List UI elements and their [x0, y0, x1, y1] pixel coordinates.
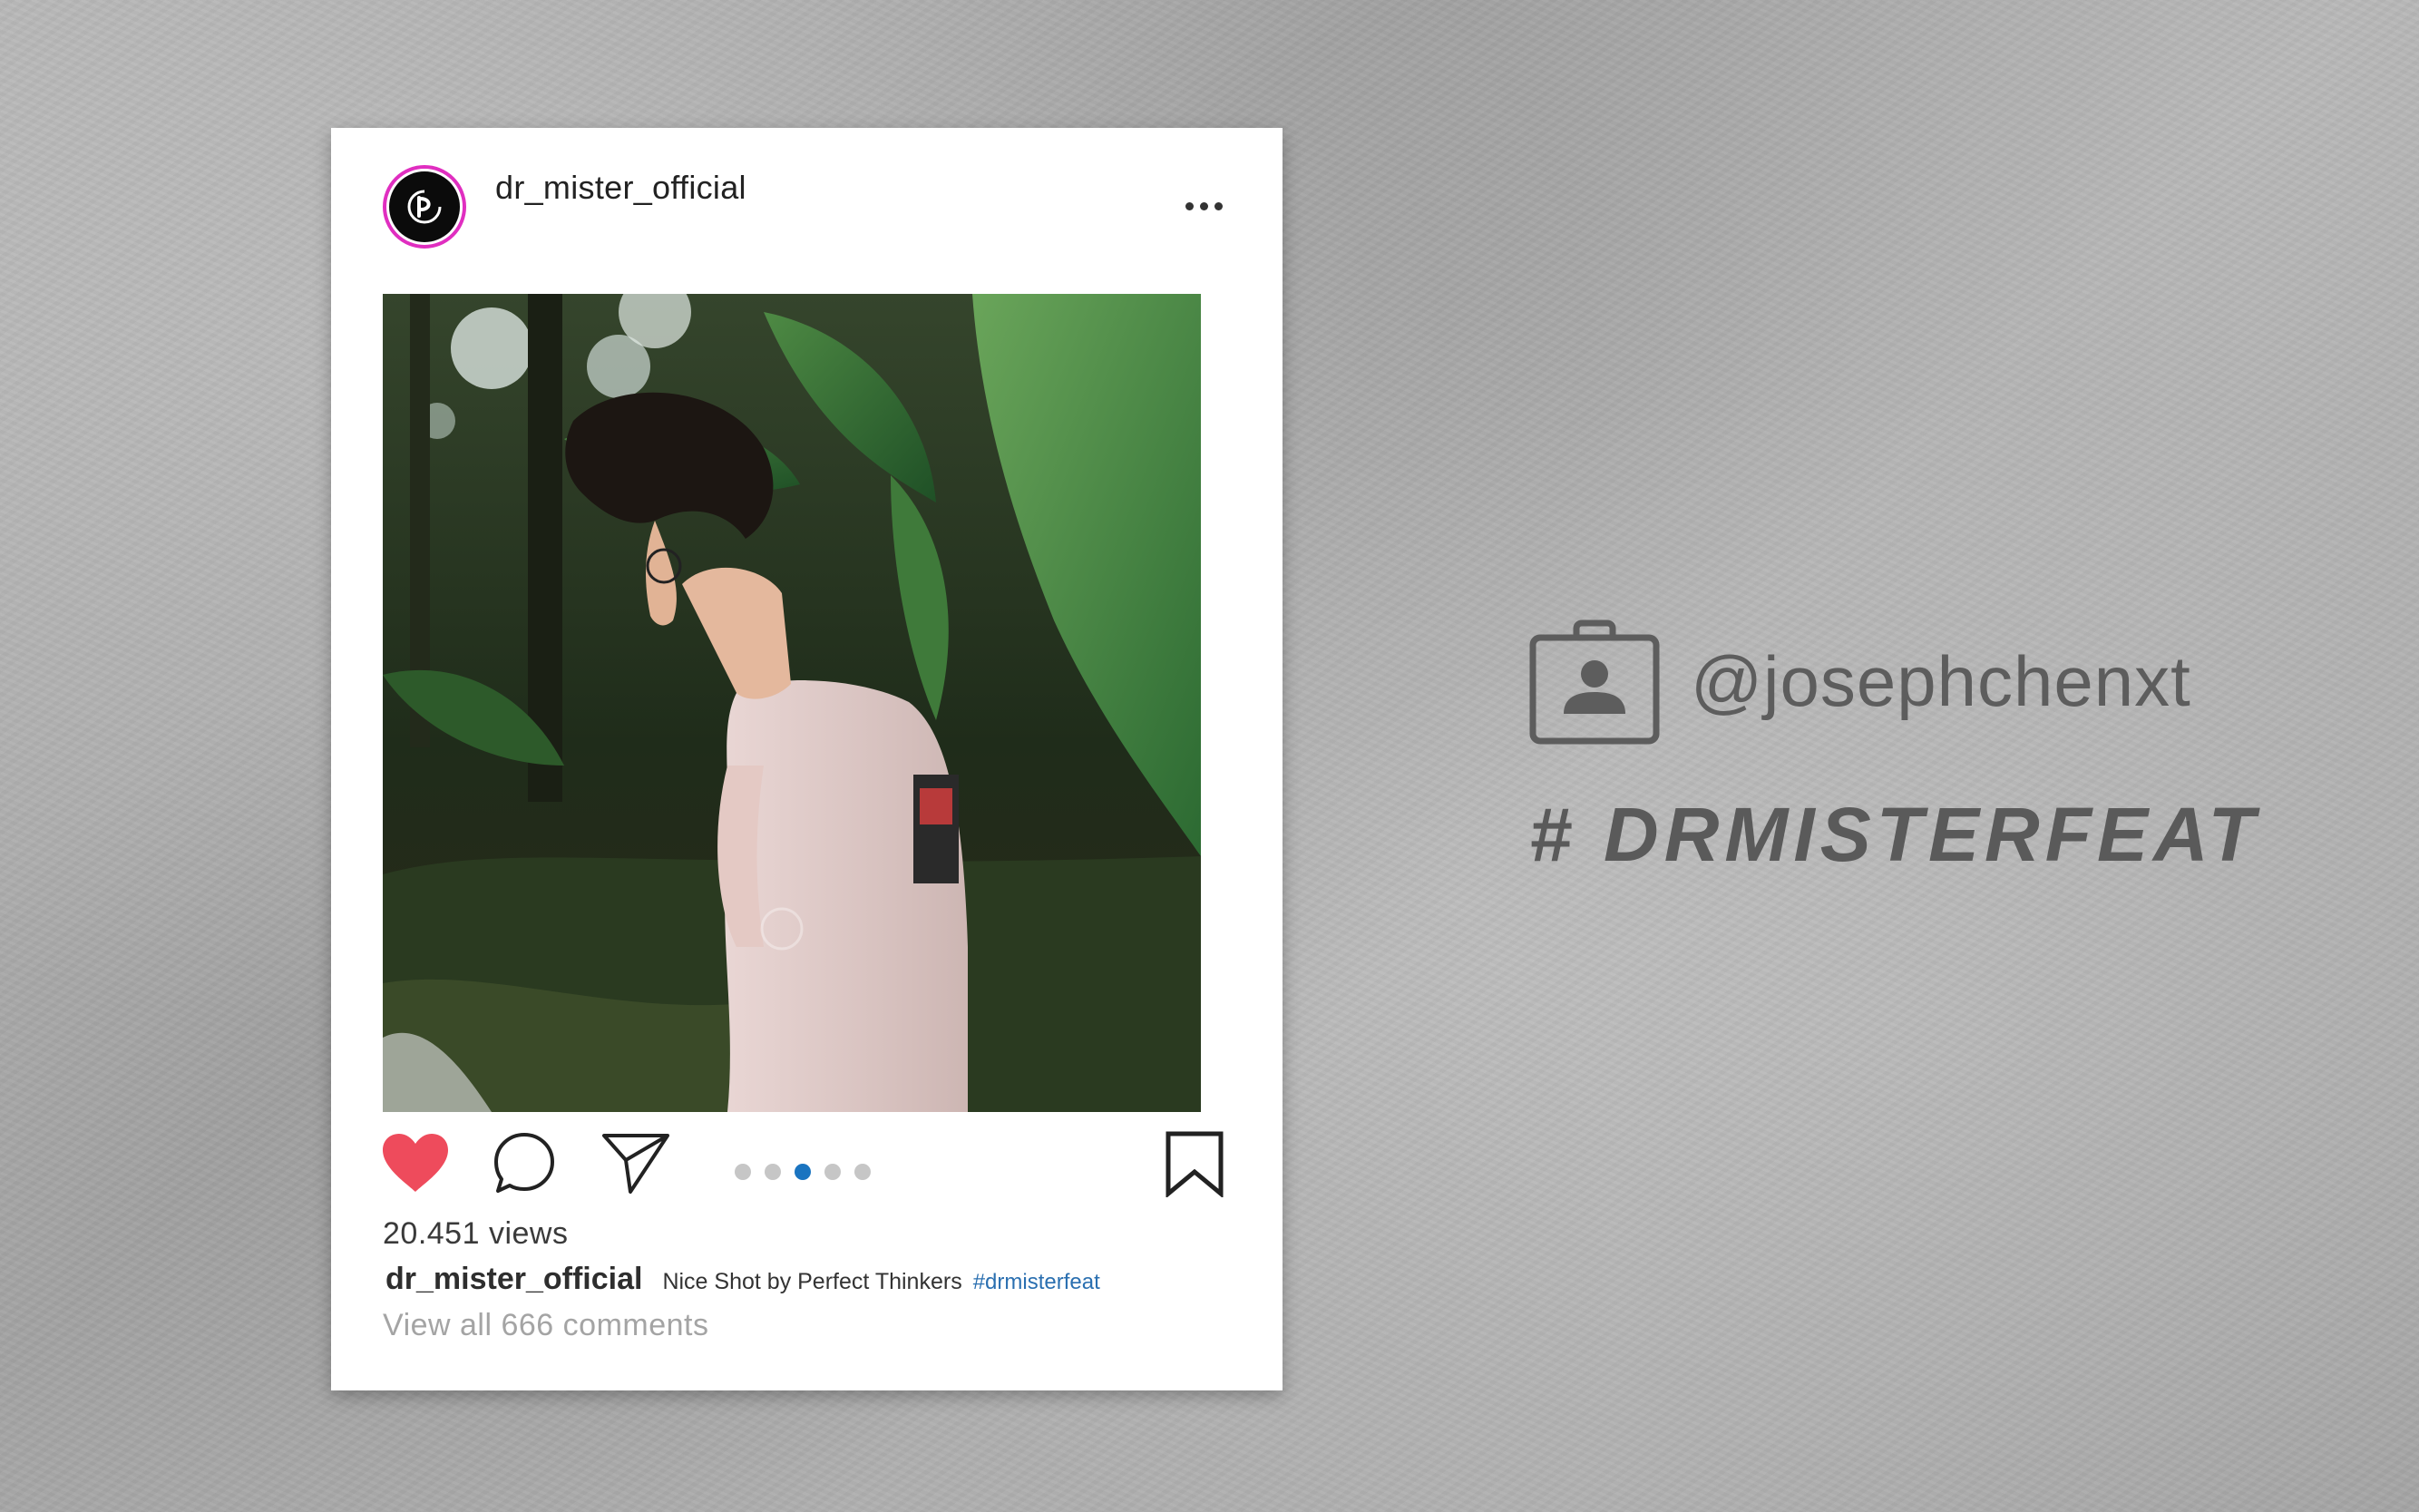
caption-text: Nice Shot by Perfect Thinkers: [662, 1269, 962, 1294]
profile-avatar[interactable]: [383, 165, 466, 249]
view-all-comments-link[interactable]: View all 666 comments: [383, 1308, 708, 1343]
carousel-dot[interactable]: [765, 1164, 781, 1180]
bookmark-icon[interactable]: [1165, 1130, 1224, 1202]
dot: [1185, 201, 1194, 210]
post-photo[interactable]: [383, 294, 1201, 1112]
brand-logo: [389, 171, 460, 242]
post-caption: dr_mister_official Nice Shot by Perfect …: [385, 1262, 1100, 1297]
post-username[interactable]: dr_mister_official: [495, 169, 746, 207]
instagram-post-card: dr_mister_official 20.451 views dr_miste…: [331, 128, 1283, 1390]
carousel-dot-active[interactable]: [795, 1164, 811, 1180]
carousel-dot[interactable]: [824, 1164, 841, 1180]
carousel-dot[interactable]: [854, 1164, 871, 1180]
id-badge-icon: [1529, 619, 1660, 749]
comment-icon[interactable]: [493, 1131, 556, 1199]
more-options-icon[interactable]: [1185, 199, 1231, 213]
view-count: 20.451 views: [383, 1216, 569, 1251]
dot: [1214, 201, 1223, 210]
creator-handle: @josephchenxt: [1691, 641, 2191, 721]
paper-plane-icon[interactable]: [601, 1131, 670, 1199]
caption-hashtag-link[interactable]: #drmisterfeat: [973, 1270, 1100, 1295]
dot: [1200, 201, 1208, 210]
heart-icon[interactable]: [381, 1132, 450, 1198]
campaign-hashtag: # DRMISTERFEAT: [1529, 792, 2260, 877]
carousel-indicator: [735, 1164, 871, 1180]
carousel-dot[interactable]: [735, 1164, 751, 1180]
caption-username[interactable]: dr_mister_official: [385, 1262, 642, 1297]
